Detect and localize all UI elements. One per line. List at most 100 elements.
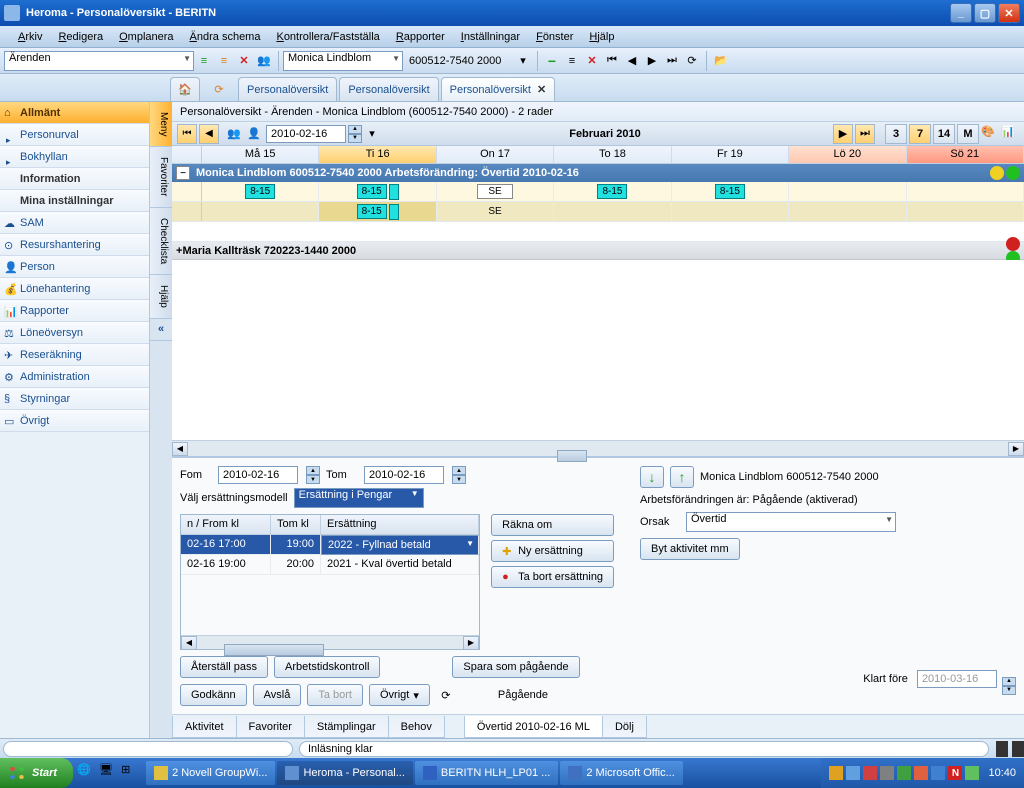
- th-ers[interactable]: Ersättning: [321, 515, 479, 534]
- tbl-scroll-thumb[interactable]: [224, 644, 324, 656]
- th-tom[interactable]: Tom kl: [271, 515, 321, 534]
- view-7-button[interactable]: 7: [909, 124, 931, 144]
- horizontal-scrollbar[interactable]: ◀ ▶: [172, 440, 1024, 456]
- byt-aktivitet-button[interactable]: Byt aktivitet mm: [640, 538, 740, 560]
- day-2[interactable]: On 17: [437, 146, 554, 163]
- cal-person-icon[interactable]: 👤: [245, 125, 263, 143]
- th-from[interactable]: n / From kl: [181, 515, 271, 534]
- collapse-icon[interactable]: −: [176, 166, 190, 180]
- refresh-small-icon[interactable]: ⟳: [437, 686, 455, 704]
- collapse-sidebar-button[interactable]: «: [150, 319, 172, 341]
- person-row-2[interactable]: + Maria Kallträsk 720223-1440 2000: [172, 242, 1024, 260]
- people-icon[interactable]: 👥: [255, 52, 273, 70]
- clock[interactable]: 10:40: [988, 767, 1016, 779]
- tom-date-input[interactable]: 2010-02-16: [364, 466, 444, 484]
- vtab-favoriter[interactable]: Favoriter: [150, 147, 172, 207]
- day-5[interactable]: Lö 20: [789, 146, 906, 163]
- shift[interactable]: 8-15: [245, 184, 275, 199]
- bptab-favoriter[interactable]: Favoriter: [236, 716, 305, 738]
- scroll-left-icon[interactable]: ◀: [172, 442, 188, 456]
- sidebar-item-loneoversyn[interactable]: ⚖Löneöversyn: [0, 322, 149, 344]
- shift[interactable]: 8-15: [715, 184, 745, 199]
- aterstall-button[interactable]: Återställ pass: [180, 656, 268, 678]
- cal-prev-button[interactable]: ◀: [199, 124, 219, 144]
- first-icon[interactable]: ⏮: [603, 52, 621, 70]
- shift[interactable]: 8-15: [357, 184, 387, 199]
- tray-icon[interactable]: [931, 766, 945, 780]
- ovrigt-button[interactable]: Övrigt▾: [369, 684, 430, 706]
- taskbar-item-0[interactable]: 2 Novell GroupWi...: [146, 761, 275, 785]
- tray-icon[interactable]: [846, 766, 860, 780]
- table-row[interactable]: 02-16 17:00 19:00 2022 - Fyllnad betald: [181, 535, 479, 555]
- shift-extra[interactable]: [389, 204, 399, 220]
- close-button[interactable]: ✕: [998, 3, 1020, 23]
- fom-date-input[interactable]: 2010-02-16: [218, 466, 298, 484]
- list-small-icon[interactable]: ≡: [563, 52, 581, 70]
- table-row[interactable]: 02-16 19:00 20:00 2021 - Kval övertid be…: [181, 555, 479, 575]
- up-arrow-button[interactable]: ↑: [670, 466, 694, 488]
- tray-icon[interactable]: [863, 766, 877, 780]
- tray-icon[interactable]: [914, 766, 928, 780]
- sidebar-item-personurval[interactable]: Personurval: [0, 124, 149, 146]
- delete-icon[interactable]: ✕: [235, 52, 253, 70]
- sidebar-item-reserakning[interactable]: ✈Reseräkning: [0, 344, 149, 366]
- sidebar-item-styrningar[interactable]: §Styrningar: [0, 388, 149, 410]
- menu-kontrollera[interactable]: Kontrollera/Fastställa: [268, 31, 387, 43]
- vtab-meny[interactable]: Meny: [150, 102, 172, 147]
- calendar-date-input[interactable]: 2010-02-16: [266, 125, 346, 143]
- model-select[interactable]: Ersättning i Pengar: [294, 488, 424, 508]
- ql-ie-icon[interactable]: 🌐: [77, 763, 97, 783]
- menu-andra-schema[interactable]: Ändra schema: [182, 31, 269, 43]
- ny-ersattning-button[interactable]: ✚Ny ersättning: [491, 540, 614, 562]
- list-green-icon[interactable]: ≡: [195, 52, 213, 70]
- person-name-field[interactable]: Monica Lindblom: [283, 51, 403, 71]
- day-0[interactable]: Må 15: [202, 146, 319, 163]
- vtab-hjalp[interactable]: Hjälp: [150, 275, 172, 319]
- scroll-right-icon[interactable]: ▶: [1008, 442, 1024, 456]
- taskbar-item-3[interactable]: 2 Microsoft Offic...: [560, 761, 682, 785]
- rakna-om-button[interactable]: Räkna om: [491, 514, 614, 536]
- menu-rapporter[interactable]: Rapporter: [388, 31, 453, 43]
- cal-last-button[interactable]: ⏭: [855, 124, 875, 144]
- delete2-icon[interactable]: ✕: [583, 52, 601, 70]
- godkann-button[interactable]: Godkänn: [180, 684, 247, 706]
- cal-dropdown-icon[interactable]: ▾: [363, 125, 381, 143]
- open-icon[interactable]: 📂: [712, 52, 730, 70]
- orsak-select[interactable]: Övertid: [686, 512, 896, 532]
- ql-app-icon[interactable]: ⊞: [121, 763, 141, 783]
- menu-redigera[interactable]: Redigera: [50, 31, 111, 43]
- last-icon[interactable]: ⏭: [663, 52, 681, 70]
- sidebar-item-admin[interactable]: ⚙Administration: [0, 366, 149, 388]
- refresh-tab-icon[interactable]: ⟳: [204, 77, 234, 101]
- tray-icon[interactable]: [965, 766, 979, 780]
- vtab-checklista[interactable]: Checklista: [150, 208, 172, 275]
- view-m-button[interactable]: M: [957, 124, 979, 144]
- sidebar-item-resurs[interactable]: ⊙Resurshantering: [0, 234, 149, 256]
- bptab-aktivitet[interactable]: Aktivitet: [172, 716, 237, 738]
- taskbar-item-2[interactable]: BERITN HLH_LP01 ...: [415, 761, 558, 785]
- tab-0[interactable]: Personalöversikt: [238, 77, 337, 101]
- palette-icon[interactable]: 🎨: [981, 125, 999, 143]
- tray-icon[interactable]: [897, 766, 911, 780]
- sidebar-item-information[interactable]: Information: [0, 168, 149, 190]
- sidebar-item-bokhyllan[interactable]: Bokhyllan: [0, 146, 149, 168]
- day-3[interactable]: To 18: [554, 146, 671, 163]
- chart-icon[interactable]: 📊: [1001, 125, 1019, 143]
- bptab-stamplingar[interactable]: Stämplingar: [304, 716, 389, 738]
- tray-n-icon[interactable]: N: [948, 766, 962, 780]
- refresh-icon[interactable]: ⟳: [683, 52, 701, 70]
- menu-fonster[interactable]: Fönster: [528, 31, 581, 43]
- bptab-overtid[interactable]: Övertid 2010-02-16 ML: [464, 716, 603, 738]
- shift[interactable]: 8-15: [597, 184, 627, 199]
- day-6[interactable]: Sö 21: [907, 146, 1024, 163]
- home-tab[interactable]: 🏠: [170, 77, 200, 101]
- start-button[interactable]: Start: [0, 758, 73, 788]
- bptab-dolj[interactable]: Dölj: [602, 716, 647, 738]
- maximize-button[interactable]: ▢: [974, 3, 996, 23]
- sidebar-item-allmant[interactable]: ⌂Allmänt: [0, 102, 149, 124]
- day-1[interactable]: Ti 16: [319, 146, 436, 163]
- menu-omplanera[interactable]: Omplanera: [111, 31, 181, 43]
- cal-next-button[interactable]: ▶: [833, 124, 853, 144]
- view-14-button[interactable]: 14: [933, 124, 955, 144]
- date-spinner[interactable]: ▲▼: [348, 125, 362, 143]
